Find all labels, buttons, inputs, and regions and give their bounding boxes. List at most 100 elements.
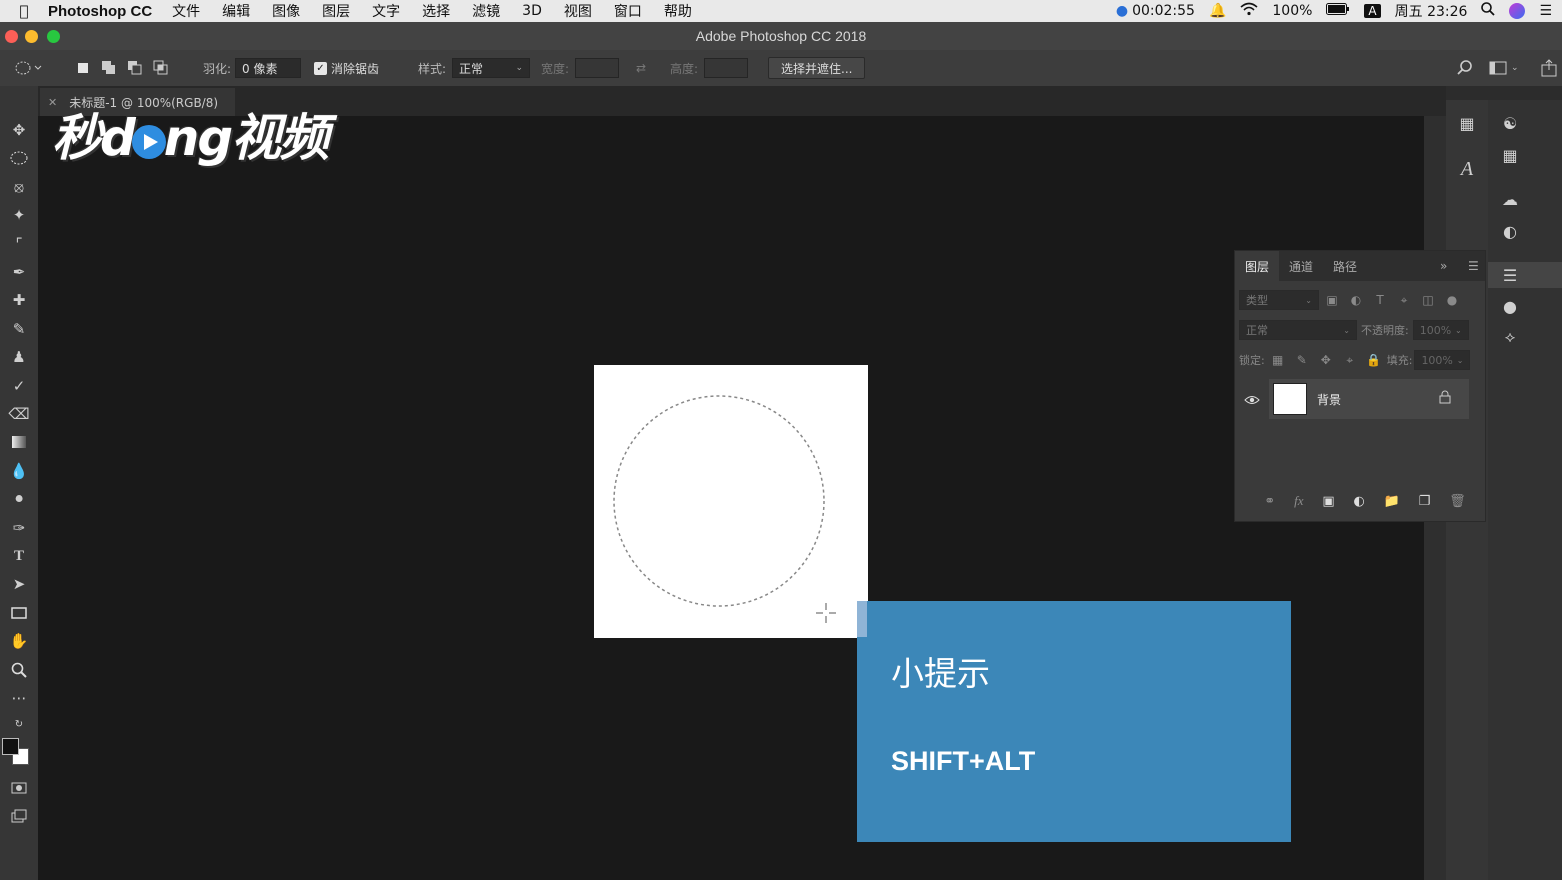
swap-colors-icon[interactable]: ↻ — [6, 712, 32, 736]
menu-layer[interactable]: 图层 — [322, 1, 350, 21]
pen-tool-icon[interactable]: ✑ — [6, 516, 32, 540]
wifi-icon[interactable] — [1240, 2, 1258, 20]
new-selection-icon[interactable] — [74, 59, 92, 77]
foreground-color-swatch[interactable] — [2, 738, 19, 755]
channels-panel-icon[interactable]: ● — [1495, 293, 1525, 319]
add-layer-mask-icon[interactable]: ▣ — [1322, 494, 1334, 509]
lock-all-icon[interactable]: 🔒 — [1363, 350, 1385, 370]
panel-menu-icon[interactable]: ☰ — [1468, 259, 1479, 273]
antialias-checkbox[interactable]: ✓ — [314, 61, 327, 75]
quick-selection-tool-icon[interactable]: ✦ — [6, 203, 32, 227]
eyedropper-tool-icon[interactable]: ✒ — [6, 260, 32, 284]
feather-input[interactable]: 0 像素 — [235, 58, 302, 78]
clone-stamp-tool-icon[interactable]: ♟ — [6, 345, 32, 369]
layer-thumbnail[interactable] — [1273, 383, 1307, 415]
menu-view[interactable]: 视图 — [564, 1, 592, 21]
delete-layer-trash-icon[interactable]: 🗑 — [1449, 494, 1466, 509]
layer-name[interactable]: 背景 — [1317, 391, 1341, 408]
tab-layers[interactable]: 图层 — [1235, 251, 1280, 281]
healing-brush-tool-icon[interactable]: ✚ — [6, 288, 32, 312]
swap-width-height-icon[interactable]: ⇄ — [636, 50, 646, 86]
tool-preset-picker[interactable] — [14, 50, 44, 86]
hand-tool-icon[interactable]: ✋ — [6, 629, 32, 653]
battery-icon[interactable] — [1326, 3, 1350, 19]
crop-tool-icon[interactable]: ⌜ — [6, 232, 32, 256]
screen-mode-icon[interactable] — [6, 804, 32, 828]
filter-shape-icon[interactable]: ⌖ — [1393, 290, 1415, 310]
document-canvas[interactable] — [594, 365, 868, 638]
libraries-panel-icon[interactable]: ▦ — [1452, 110, 1482, 136]
new-group-folder-icon[interactable]: 📁 — [1384, 494, 1400, 509]
minimize-window-button[interactable] — [25, 30, 38, 43]
search-icon[interactable] — [1456, 50, 1474, 86]
zoom-tool-icon[interactable] — [6, 658, 32, 682]
zoom-window-button[interactable] — [47, 30, 60, 43]
menu-3d[interactable]: 3D — [522, 3, 542, 19]
menu-help[interactable]: 帮助 — [664, 1, 692, 21]
filter-kind-select[interactable]: 类型 ⌄ — [1239, 290, 1319, 310]
recording-indicator[interactable]: ● 00:02:55 — [1116, 3, 1195, 19]
menu-select[interactable]: 选择 — [422, 1, 450, 21]
elliptical-marquee-tool-icon[interactable] — [6, 146, 32, 170]
eraser-tool-icon[interactable]: ⌫ — [6, 402, 32, 426]
move-tool-icon[interactable]: ✥ — [6, 118, 32, 142]
intersect-selection-icon[interactable] — [152, 59, 170, 77]
add-to-selection-icon[interactable] — [100, 59, 118, 77]
filter-smart-object-icon[interactable]: ◫ — [1417, 290, 1439, 310]
workspace-switcher[interactable]: ⌄ — [1489, 50, 1519, 86]
lasso-tool-icon[interactable]: ⦻ — [6, 175, 32, 199]
lock-image-pixels-icon[interactable]: ✎ — [1291, 350, 1313, 370]
menu-file[interactable]: 文件 — [172, 1, 200, 21]
link-layers-icon[interactable]: ⚭ — [1264, 494, 1275, 509]
lock-transparent-pixels-icon[interactable]: ▦ — [1267, 350, 1289, 370]
paths-panel-icon[interactable]: ⟡ — [1495, 324, 1525, 350]
width-input[interactable] — [575, 58, 620, 78]
menu-type[interactable]: 文字 — [372, 1, 400, 21]
history-brush-tool-icon[interactable]: ✓ — [6, 374, 32, 398]
fill-input[interactable]: 100% ⌄ — [1414, 350, 1471, 370]
opacity-input[interactable]: 100% ⌄ — [1412, 320, 1469, 340]
adjustments-panel-icon[interactable]: ◐ — [1495, 218, 1525, 244]
swatches-panel-icon[interactable]: ▦ — [1495, 142, 1525, 168]
antialias-control[interactable]: ✓ 消除锯齿 — [314, 50, 379, 86]
gradient-tool-icon[interactable] — [6, 430, 32, 454]
path-selection-tool-icon[interactable]: ➤ — [6, 572, 32, 596]
filter-pixel-icon[interactable]: ▣ — [1321, 290, 1343, 310]
dodge-tool-icon[interactable]: ⚫ — [6, 487, 32, 511]
input-method-indicator[interactable]: A — [1364, 4, 1381, 18]
color-panel-icon[interactable]: ☯ — [1495, 110, 1525, 136]
siri-icon[interactable] — [1509, 3, 1526, 19]
layer-style-fx-icon[interactable]: fx — [1294, 493, 1303, 509]
style-select[interactable]: 正常 ⌄ — [452, 58, 531, 78]
layers-panel-icon[interactable]: ☰ — [1495, 262, 1525, 288]
tab-channels[interactable]: 通道 — [1279, 251, 1323, 281]
more-tools-icon[interactable]: ⋯ — [6, 686, 32, 710]
notification-bell-icon[interactable]: 🔔 — [1209, 3, 1226, 19]
lock-artboard-icon[interactable]: ⌖ — [1339, 350, 1361, 370]
blur-tool-icon[interactable]: 💧 — [6, 459, 32, 483]
subtract-from-selection-icon[interactable] — [126, 59, 144, 77]
new-adjustment-layer-icon[interactable]: ◐ — [1353, 494, 1364, 509]
new-layer-icon[interactable]: ❐ — [1419, 494, 1431, 509]
layer-visibility-eye-icon[interactable] — [1244, 391, 1260, 410]
rectangle-tool-icon[interactable] — [6, 601, 32, 625]
filter-toggle-icon[interactable]: ● — [1441, 290, 1463, 310]
blend-mode-select[interactable]: 正常 ⌄ — [1239, 320, 1357, 340]
filter-type-icon[interactable]: T — [1369, 290, 1391, 310]
notification-center-icon[interactable]: ☰ — [1539, 3, 1552, 19]
collapse-panel-icon[interactable]: » — [1440, 259, 1447, 273]
share-icon[interactable] — [1540, 50, 1558, 86]
filter-adjustment-icon[interactable]: ◐ — [1345, 290, 1367, 310]
menu-window[interactable]: 窗口 — [614, 1, 642, 21]
menu-image[interactable]: 图像 — [272, 1, 300, 21]
quick-mask-icon[interactable] — [6, 776, 32, 800]
type-tool-icon[interactable]: T — [6, 544, 32, 568]
tab-paths[interactable]: 路径 — [1323, 251, 1367, 281]
height-input[interactable] — [704, 58, 749, 78]
character-panel-icon[interactable]: A — [1452, 156, 1482, 182]
app-menu[interactable]: Photoshop CC — [48, 3, 152, 20]
close-window-button[interactable] — [5, 30, 18, 43]
apple-menu-icon[interactable]:  — [0, 2, 48, 20]
dock-collapse-strip[interactable] — [1446, 86, 1562, 100]
layer-row[interactable]: 背景 — [1235, 379, 1485, 419]
